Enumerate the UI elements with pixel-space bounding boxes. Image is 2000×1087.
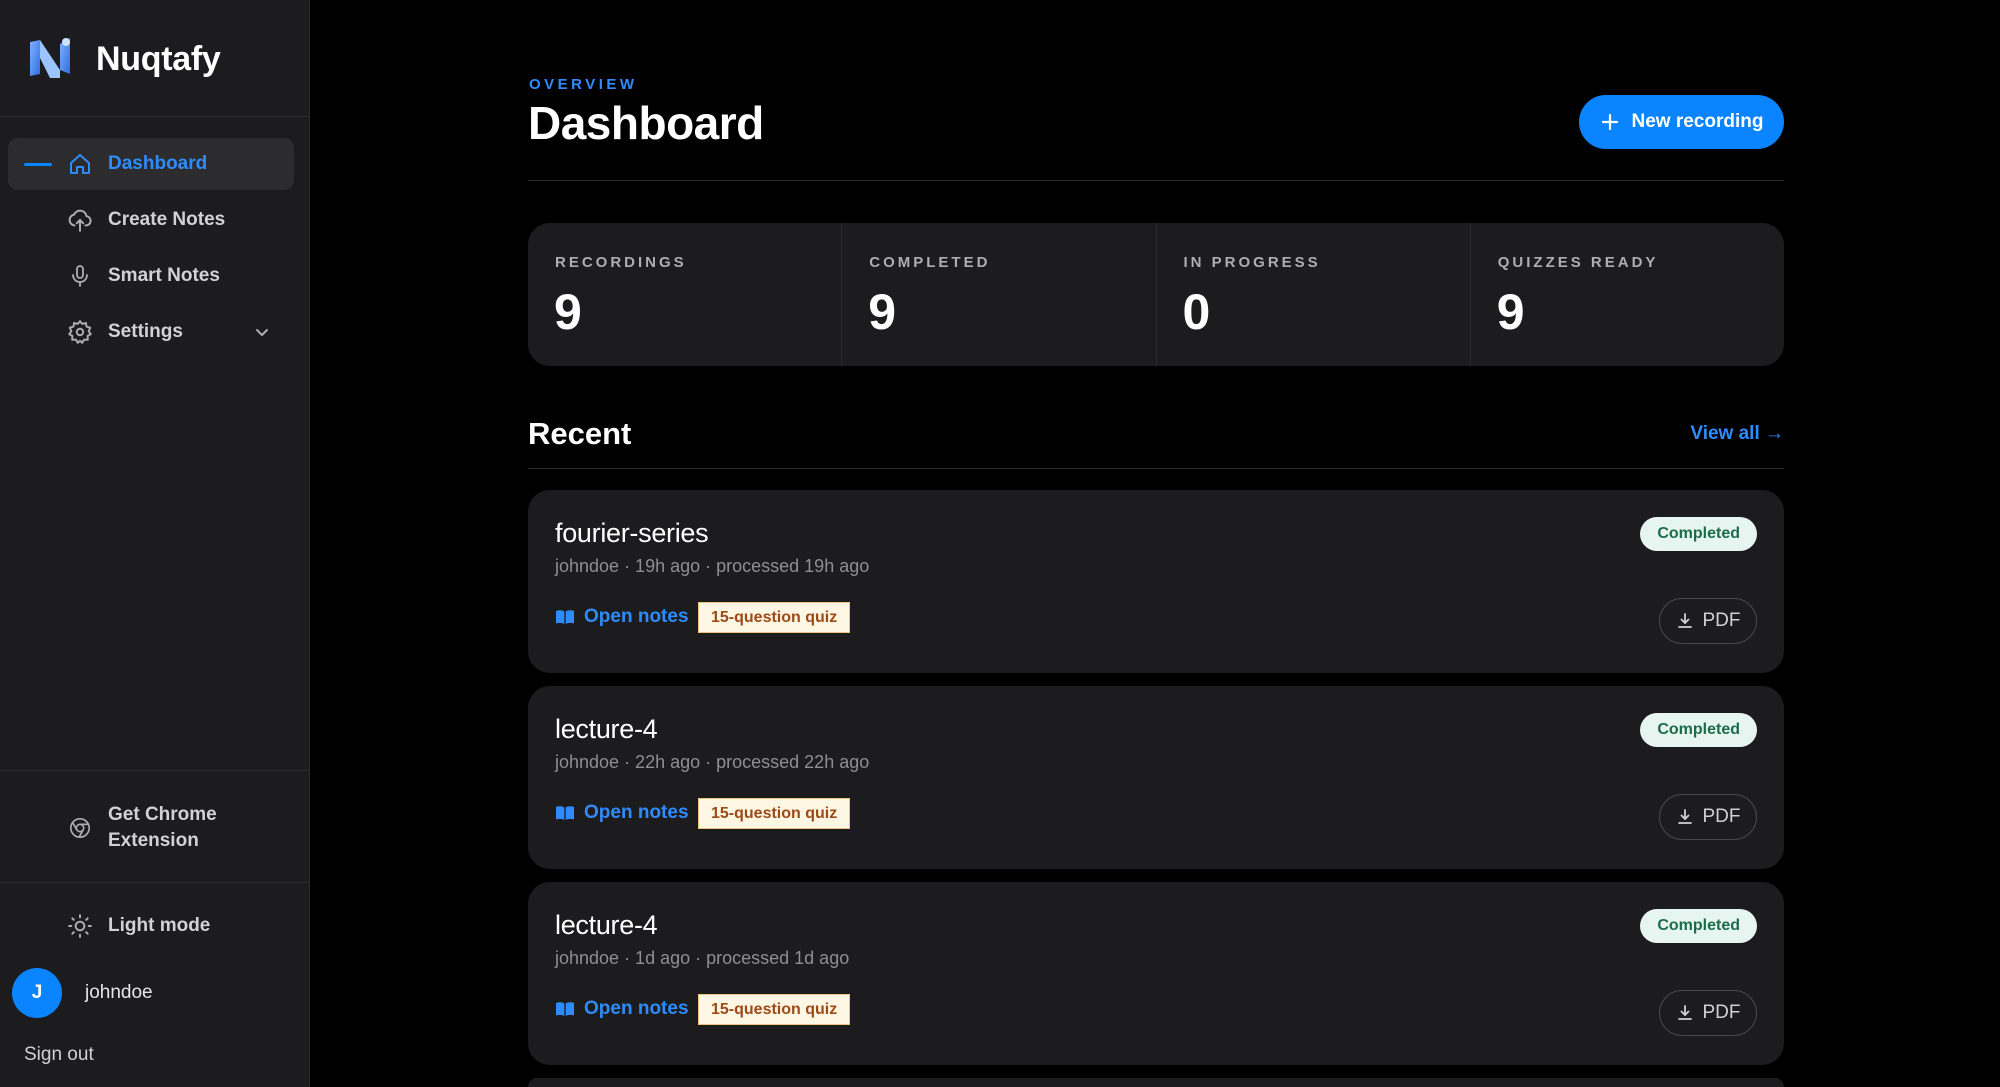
sidebar: Nuqtafy Dashboard Create Notes Smart Not…	[0, 0, 310, 1087]
sidebar-item-label: Settings	[108, 321, 183, 342]
stat-label: RECORDINGS	[555, 254, 687, 271]
recent-divider	[528, 468, 1784, 469]
active-indicator	[24, 163, 52, 166]
brand-name: Nuqtafy	[96, 39, 221, 78]
download-icon	[1677, 1005, 1692, 1020]
sidebar-item-dashboard[interactable]: Dashboard	[8, 138, 294, 190]
open-notes-label: Open notes	[584, 998, 689, 1019]
nuqtafy-logo-icon	[30, 38, 70, 78]
recording-title[interactable]: lecture-4	[555, 910, 658, 941]
recording-card[interactable]: lecture-4 johndoe · 22h ago · processed …	[528, 686, 1784, 869]
open-notes-link[interactable]: Open notes	[555, 994, 689, 1024]
download-icon	[1677, 613, 1692, 628]
open-notes-link[interactable]: Open notes	[555, 602, 689, 632]
quiz-tag[interactable]: 15-question quiz	[698, 602, 851, 633]
page-title: Dashboard	[528, 97, 764, 149]
stat-recordings: RECORDINGS 9	[528, 223, 843, 366]
pdf-label: PDF	[1702, 610, 1741, 631]
recording-card[interactable]: fourier-series johndoe · 19h ago · proce…	[528, 490, 1784, 673]
get-chrome-extension-link[interactable]: Get Chrome Extension	[8, 800, 294, 856]
view-all-link[interactable]: View all →	[1690, 423, 1784, 445]
open-notes-link[interactable]: Open notes	[555, 798, 689, 828]
sidebar-nav: Dashboard Create Notes Smart Notes Setti…	[8, 138, 294, 362]
open-notes-label: Open notes	[584, 802, 689, 823]
brand[interactable]: Nuqtafy	[26, 34, 221, 84]
app-root: Nuqtafy Dashboard Create Notes Smart Not…	[0, 0, 2000, 1087]
sidebar-item-label: Create Notes	[108, 209, 226, 230]
status-badge: Completed	[1640, 517, 1757, 551]
stat-quizzes-ready: QUIZZES READY 9	[1471, 223, 1784, 366]
quiz-tag[interactable]: 15-question quiz	[698, 798, 851, 829]
chrome-extension-label: Get Chrome Extension	[108, 802, 217, 854]
header-divider	[528, 180, 1784, 181]
stat-completed: COMPLETED 9	[842, 223, 1157, 366]
sidebar-item-settings[interactable]: Settings	[8, 306, 294, 358]
recording-title[interactable]: lecture-4	[555, 714, 658, 745]
light-mode-toggle[interactable]: Light mode	[8, 912, 294, 940]
sign-out-link[interactable]: Sign out	[24, 1044, 94, 1066]
sidebar-divider	[0, 770, 310, 771]
stat-label: COMPLETED	[869, 254, 991, 271]
book-open-icon	[556, 806, 574, 820]
cloud-upload-icon	[66, 206, 94, 234]
recording-card[interactable]	[528, 1078, 1784, 1087]
open-notes-label: Open notes	[584, 606, 689, 627]
stats-panel: RECORDINGS 9 COMPLETED 9 IN PROGRESS 0 Q…	[528, 223, 1784, 366]
user-profile[interactable]: J johndoe	[12, 968, 153, 1018]
stat-value: 0	[1182, 284, 1211, 340]
recording-meta: johndoe · 1d ago · processed 1d ago	[555, 948, 850, 968]
quiz-tag[interactable]: 15-question quiz	[698, 994, 851, 1025]
recording-meta: johndoe · 22h ago · processed 22h ago	[555, 752, 870, 772]
sidebar-divider	[0, 882, 310, 883]
avatar: J	[12, 968, 62, 1018]
new-recording-button[interactable]: New recording	[1579, 95, 1784, 149]
user-name: johndoe	[85, 982, 153, 1003]
sidebar-item-label: Smart Notes	[108, 265, 220, 286]
stat-in-progress: IN PROGRESS 0	[1157, 223, 1471, 366]
stat-value: 9	[554, 284, 582, 340]
gear-icon	[66, 318, 94, 346]
status-badge: Completed	[1640, 909, 1757, 943]
status-badge: Completed	[1640, 713, 1757, 747]
chrome-extension-line1: Get Chrome	[108, 804, 217, 825]
page-eyebrow: OVERVIEW	[529, 76, 638, 93]
chrome-extension-line2: Extension	[108, 830, 199, 851]
sidebar-item-create-notes[interactable]: Create Notes	[8, 194, 294, 246]
book-open-icon	[556, 1002, 574, 1016]
download-icon	[1677, 809, 1692, 824]
recording-card[interactable]: lecture-4 johndoe · 1d ago · processed 1…	[528, 882, 1784, 1065]
plus-icon	[1601, 113, 1618, 131]
stat-value: 9	[868, 284, 897, 340]
pdf-label: PDF	[1702, 806, 1741, 827]
stat-value: 9	[1496, 284, 1525, 340]
sidebar-divider	[0, 116, 310, 117]
sidebar-item-label: Dashboard	[108, 153, 208, 174]
book-open-icon	[556, 610, 574, 624]
stat-label: IN PROGRESS	[1183, 254, 1321, 271]
pdf-download-button[interactable]: PDF	[1659, 990, 1757, 1036]
recent-section-title: Recent	[528, 416, 632, 451]
pdf-download-button[interactable]: PDF	[1659, 598, 1757, 644]
sun-icon	[66, 912, 94, 940]
pdf-download-button[interactable]: PDF	[1659, 794, 1757, 840]
sidebar-item-smart-notes[interactable]: Smart Notes	[8, 250, 294, 302]
recording-title[interactable]: fourier-series	[555, 518, 709, 549]
recording-meta: johndoe · 19h ago · processed 19h ago	[555, 556, 870, 576]
chrome-icon	[66, 814, 94, 842]
main-content: OVERVIEW Dashboard New recording RECORDI…	[528, 0, 1784, 1087]
new-recording-label: New recording	[1631, 111, 1764, 132]
pdf-label: PDF	[1702, 1002, 1741, 1023]
chevron-down-icon[interactable]	[250, 320, 274, 344]
microphone-icon	[66, 262, 94, 290]
home-icon	[66, 150, 94, 178]
light-mode-label: Light mode	[108, 915, 211, 936]
stat-label: QUIZZES READY	[1497, 254, 1659, 271]
